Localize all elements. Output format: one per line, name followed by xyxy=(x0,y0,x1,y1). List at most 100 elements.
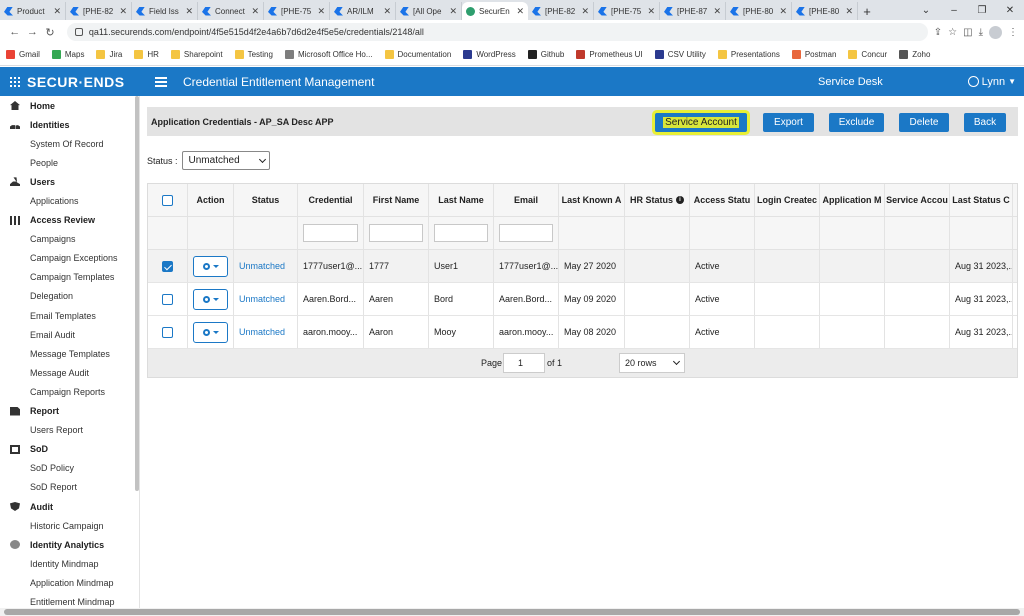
back-button[interactable]: Back xyxy=(964,113,1006,132)
app-logo[interactable]: SECUR·ENDS xyxy=(27,74,137,90)
sidebar-item-campaign-reports[interactable]: Campaign Reports xyxy=(0,382,139,401)
status-link[interactable]: Unmatched xyxy=(239,294,285,304)
sidebar-section-report[interactable]: Report xyxy=(0,402,139,421)
tab-close-icon[interactable]: ✕ xyxy=(779,6,787,17)
sidebar-item-system-of-record[interactable]: System Of Record xyxy=(0,134,139,153)
share-icon[interactable]: ⇪ xyxy=(934,27,942,38)
row-action-button[interactable] xyxy=(193,321,228,343)
sidebar-scrollbar[interactable] xyxy=(135,96,139,491)
browser-tab[interactable]: [PHE-75 ✕ xyxy=(594,2,660,20)
horizontal-scroll-thumb[interactable] xyxy=(4,609,1020,615)
bookmark-item[interactable]: Github xyxy=(527,50,564,59)
sidebar-item-email-templates[interactable]: Email Templates xyxy=(0,306,139,325)
sidebar-section-users[interactable]: Users xyxy=(0,172,139,191)
tab-close-icon[interactable]: ✕ xyxy=(383,6,391,17)
apps-grid-icon[interactable] xyxy=(10,76,20,87)
back-nav-icon[interactable]: ← xyxy=(6,26,24,38)
tab-close-icon[interactable]: ✕ xyxy=(647,6,655,17)
tab-close-icon[interactable]: ✕ xyxy=(581,6,589,17)
reload-icon[interactable]: ↻ xyxy=(41,26,59,39)
bookmark-item[interactable]: Jira xyxy=(96,50,122,59)
browser-tab[interactable]: [All Ope ✕ xyxy=(396,2,462,20)
bookmark-item[interactable]: WordPress xyxy=(463,50,516,59)
bookmark-item[interactable]: Testing xyxy=(234,50,273,59)
sidebar-section-home[interactable]: Home xyxy=(0,96,139,115)
exclude-button[interactable]: Exclude xyxy=(829,113,884,132)
sidebar-item-campaigns[interactable]: Campaigns xyxy=(0,230,139,249)
sidebar-section-identities[interactable]: Identities xyxy=(0,115,139,134)
sidebar-item-campaign-exceptions[interactable]: Campaign Exceptions xyxy=(0,249,139,268)
bookmark-item[interactable]: CSV Utility xyxy=(654,50,706,59)
bookmark-item[interactable]: Prometheus UI xyxy=(576,50,643,59)
sidebar-item-delegation[interactable]: Delegation xyxy=(0,287,139,306)
status-link[interactable]: Unmatched xyxy=(239,261,285,271)
service-account-button[interactable]: Service Account xyxy=(655,113,747,132)
table-row[interactable]: Unmatched Aaren.Bord... Aaren Bord Aaren.Bor… xyxy=(148,283,1017,316)
user-menu[interactable]: Lynn ▼ xyxy=(967,76,1016,88)
tab-close-icon[interactable]: ✕ xyxy=(251,6,259,17)
horizontal-scrollbar[interactable] xyxy=(0,608,1024,616)
sidebar-item-application-mindmap[interactable]: Application Mindmap xyxy=(0,573,139,592)
url-bar[interactable]: qa11.securends.com/endpoint/4f5e515d4f2e… xyxy=(66,23,928,41)
row-action-button[interactable] xyxy=(193,255,228,277)
sidebar-section-access-review[interactable]: Access Review xyxy=(0,211,139,230)
tab-close-icon[interactable]: ✕ xyxy=(845,6,853,17)
row-action-button[interactable] xyxy=(193,288,228,310)
bookmark-item[interactable]: Maps xyxy=(51,50,84,59)
column-filter-input[interactable] xyxy=(499,224,553,242)
tab-close-icon[interactable]: ✕ xyxy=(185,6,193,17)
browser-tab[interactable]: [PHE-75 ✕ xyxy=(264,2,330,20)
browser-tab[interactable]: [PHE-80 ✕ xyxy=(726,2,792,20)
bookmark-item[interactable]: Gmail xyxy=(6,50,40,59)
new-tab-icon[interactable]: + xyxy=(858,2,876,20)
column-filter-input[interactable] xyxy=(434,224,488,242)
sidebar-item-message-audit[interactable]: Message Audit xyxy=(0,363,139,382)
browser-tab[interactable]: [PHE-87 ✕ xyxy=(660,2,726,20)
select-all-checkbox[interactable] xyxy=(162,194,173,206)
tab-close-icon[interactable]: ✕ xyxy=(516,6,524,17)
bookmark-item[interactable]: Zoho xyxy=(899,50,930,59)
browser-tab[interactable]: SecurEn ✕ xyxy=(462,2,528,20)
sidebar-section-sod[interactable]: SoD xyxy=(0,440,139,459)
page-number-input[interactable]: 1 xyxy=(503,353,545,373)
table-row[interactable]: Unmatched 1777user1@... 1777 User1 1777user1… xyxy=(148,250,1017,283)
sidebar-item-email-audit[interactable]: Email Audit xyxy=(0,325,139,344)
browser-tab[interactable]: [PHE-82 ✕ xyxy=(528,2,594,20)
sidebar-item-sod-policy[interactable]: SoD Policy xyxy=(0,459,139,478)
sidebar-item-people[interactable]: People xyxy=(0,153,139,172)
sidebar-item-campaign-templates[interactable]: Campaign Templates xyxy=(0,268,139,287)
tab-search-icon[interactable]: ⌄ xyxy=(912,5,940,16)
download-icon[interactable]: ⤓ xyxy=(979,27,983,38)
browser-tab[interactable]: [PHE-82 ✕ xyxy=(66,2,132,20)
status-select[interactable]: Unmatched xyxy=(181,151,270,170)
hamburger-menu-icon[interactable] xyxy=(155,76,167,87)
forward-nav-icon[interactable]: → xyxy=(24,26,42,38)
browser-tab[interactable]: AR/ILM ✕ xyxy=(330,2,396,20)
restore-icon[interactable]: ❐ xyxy=(968,5,996,16)
sidebar-item-users-report[interactable]: Users Report xyxy=(0,421,139,440)
profile-avatar[interactable] xyxy=(989,25,1003,39)
service-desk-link[interactable]: Service Desk xyxy=(818,76,883,88)
tab-close-icon[interactable]: ✕ xyxy=(119,6,127,17)
row-checkbox[interactable] xyxy=(162,260,173,272)
info-icon[interactable]: i xyxy=(676,196,684,204)
sidepanel-icon[interactable]: ◫ xyxy=(963,27,972,38)
bookmark-item[interactable]: Presentations xyxy=(717,50,780,59)
sidebar-item-historic-campaign[interactable]: Historic Campaign xyxy=(0,516,139,535)
bookmark-item[interactable]: Documentation xyxy=(384,50,451,59)
row-checkbox[interactable] xyxy=(162,326,173,338)
rows-per-page-select[interactable]: 20 rows xyxy=(619,353,685,373)
bookmark-star-icon[interactable]: ☆ xyxy=(948,27,957,38)
sidebar-section-identity-analytics[interactable]: Identity Analytics xyxy=(0,535,139,554)
bookmark-item[interactable]: Postman xyxy=(791,50,836,59)
browser-tab[interactable]: Field Iss ✕ xyxy=(132,2,198,20)
delete-button[interactable]: Delete xyxy=(899,113,949,132)
minimize-icon[interactable]: – xyxy=(940,5,968,16)
browser-tab[interactable]: Product ✕ xyxy=(0,2,66,20)
sidebar-item-identity-mindmap[interactable]: Identity Mindmap xyxy=(0,554,139,573)
table-row[interactable]: Unmatched aaron.mooy... Aaron Mooy aaron.moo… xyxy=(148,316,1017,349)
menu-kebab-icon[interactable]: ⋮ xyxy=(1008,27,1018,38)
sidebar-item-entitlement-mindmap[interactable]: Entitlement Mindmap xyxy=(0,592,139,608)
bookmark-item[interactable]: HR xyxy=(134,50,159,59)
status-link[interactable]: Unmatched xyxy=(239,327,285,337)
